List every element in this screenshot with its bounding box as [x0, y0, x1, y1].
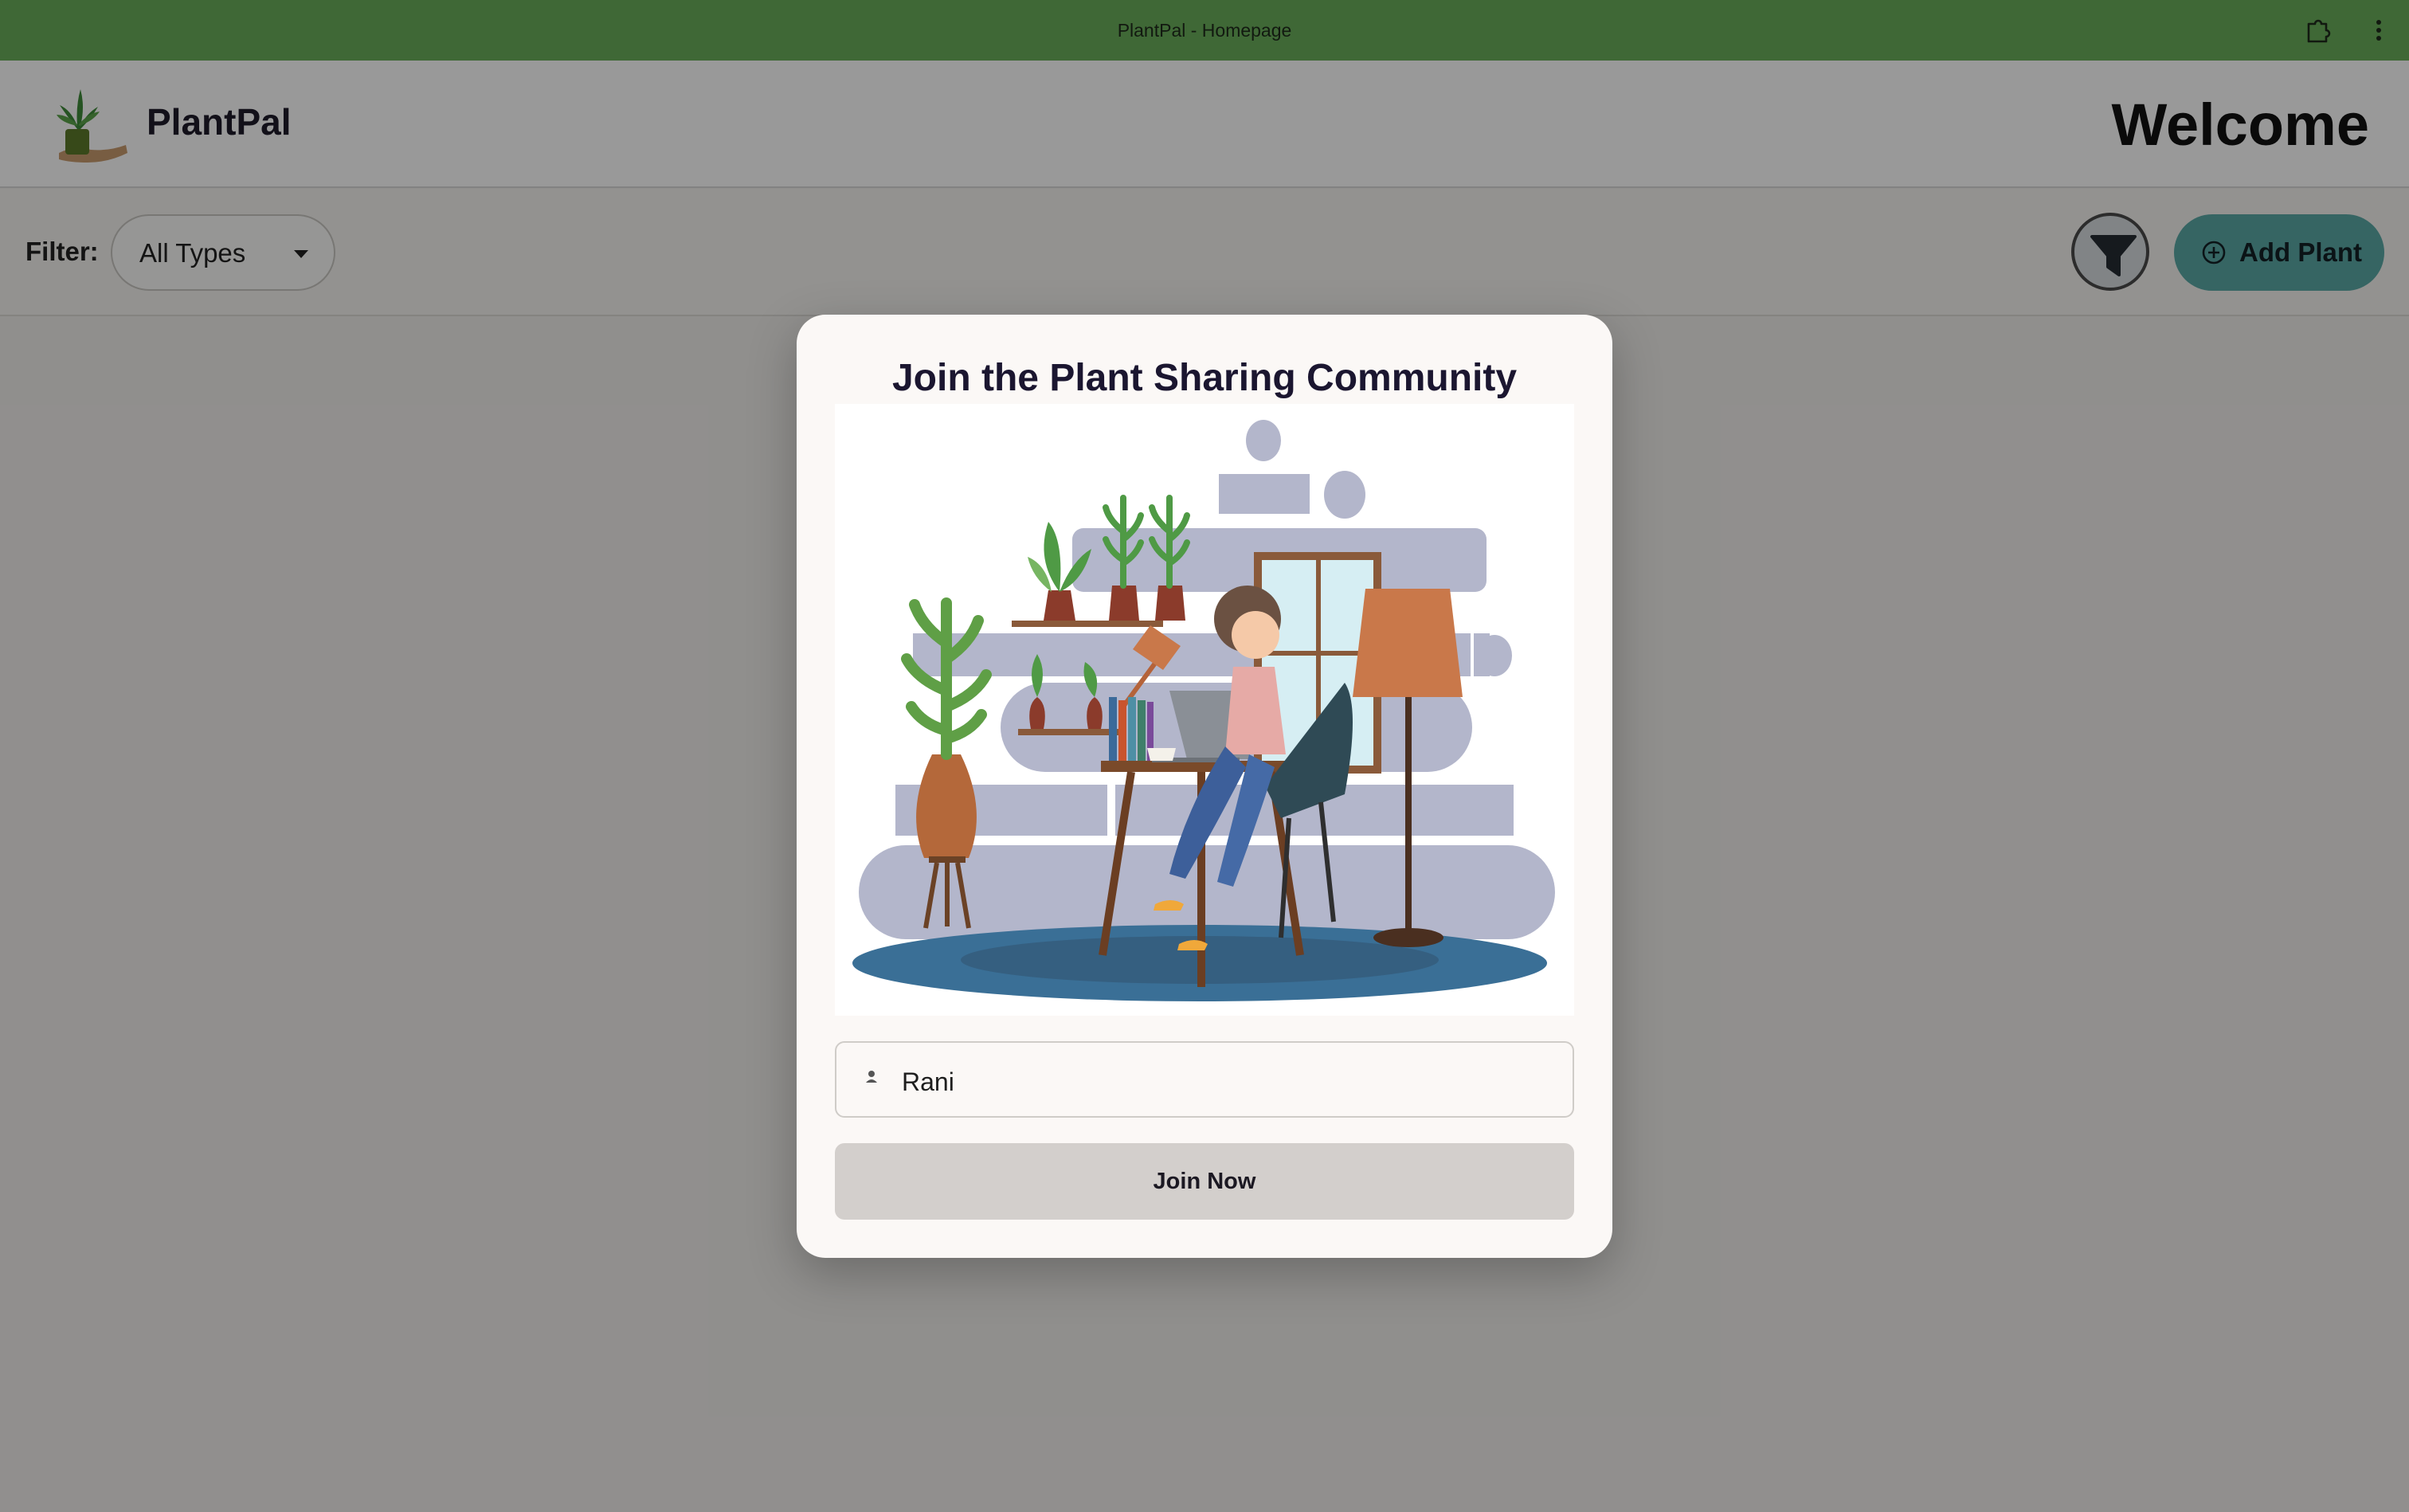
user-icon	[866, 1071, 877, 1083]
join-now-button[interactable]: Join Now	[835, 1143, 1574, 1220]
modal-title: Join the Plant Sharing Community	[891, 357, 1518, 399]
name-input[interactable]: Rani	[835, 1041, 1574, 1118]
woman-at-desk-with-plants-illustration	[835, 404, 1574, 1016]
join-community-modal: Join the Plant Sharing Community Rani Jo…	[797, 315, 1612, 1258]
app-root: PlantPal - Homepage PlantPal Welcome Fil…	[0, 0, 2409, 1512]
join-now-label: Join Now	[1153, 1169, 1256, 1194]
name-input-value: Rani	[902, 1067, 954, 1096]
